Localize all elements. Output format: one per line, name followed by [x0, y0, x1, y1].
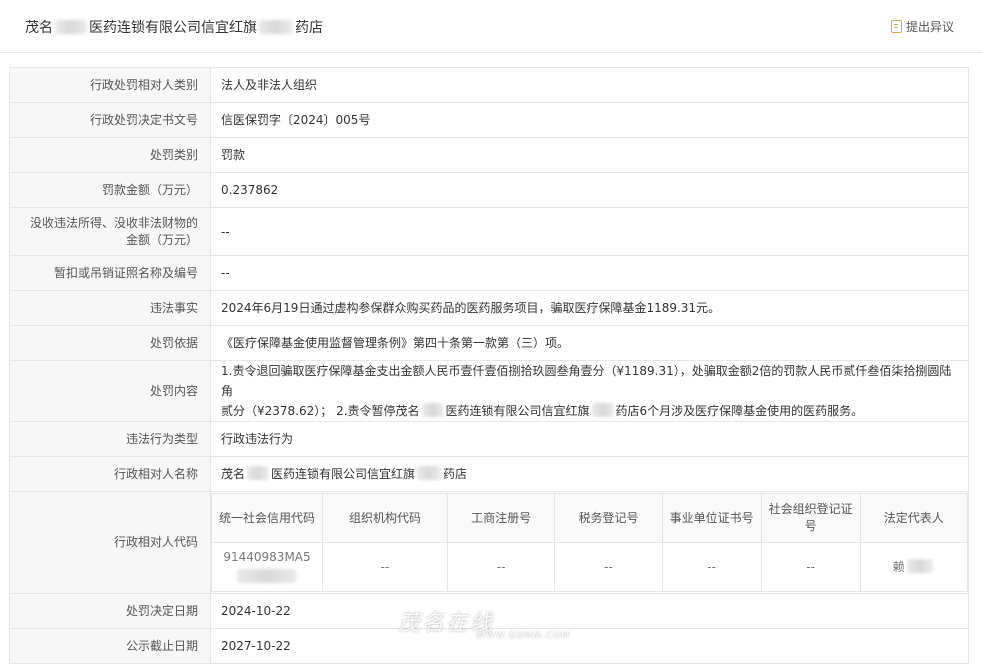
column-header: 组织机构代码	[322, 493, 448, 543]
title-part: 药店	[295, 20, 323, 36]
title-part: 医药连锁有限公司信宜红旗	[89, 20, 257, 36]
page-title: 茂名 医药连锁有限公司信宜红旗 药店	[25, 17, 323, 37]
row-value: 2024年6月19日通过虚构参保群众购买药品的医药服务项目，骗取医疗保障基金11…	[210, 290, 969, 326]
row-value: --	[210, 207, 969, 256]
watermark: 茂名在线 WWW.GDMM.COM	[398, 605, 569, 641]
row-label: 暂扣或吊销证照名称及编号	[9, 255, 211, 291]
table-cell: --	[322, 542, 448, 592]
table-row: 行政相对人代码 统一社会信用代码 组织机构代码 工商注册号 税务登记号 事业单位…	[9, 491, 969, 594]
row-label: 行政相对人代码	[9, 491, 211, 594]
row-value: 《医疗保障基金使用监督管理条例》第四十条第一款第（三）项。	[210, 325, 969, 361]
row-value: 罚款	[210, 137, 969, 173]
redaction-blur	[259, 20, 293, 34]
column-header: 法定代表人	[859, 493, 969, 543]
penalty-info-table: 行政处罚相对人类别 法人及非法人组织 行政处罚决定书文号 信医保罚字〔2024〕…	[9, 67, 969, 664]
title-part: 茂名	[25, 20, 53, 36]
row-value: 行政违法行为	[210, 421, 969, 457]
legal-rep-cell: 赖	[859, 542, 969, 592]
table-row: 行政处罚相对人类别 法人及非法人组织	[9, 67, 969, 103]
row-label: 处罚类别	[9, 137, 211, 173]
row-label: 处罚内容	[9, 360, 211, 422]
watermark-url: WWW.GDMM.COM	[476, 631, 570, 641]
value-line: 贰分（¥2378.62）； 2.责令暂停茂名 医药连锁有限公司信宜红旗 药店6个月涉…	[221, 401, 958, 421]
table-row: 处罚内容 1.责令退回骗取医疗保障基金支出金额人民币壹仟壹佰捌拾玖圆叁角壹分（¥…	[9, 360, 969, 422]
row-value: 2024-10-22	[210, 593, 969, 629]
table-cell: --	[446, 542, 556, 592]
row-label: 行政处罚相对人类别	[9, 67, 211, 103]
table-row: 处罚依据 《医疗保障基金使用监督管理条例》第四十条第一款第（三）项。	[9, 325, 969, 361]
value-part: 药店6个月涉及医疗保障基金使用的医药服务。	[615, 404, 864, 418]
row-label: 违法行为类型	[9, 421, 211, 457]
row-label: 公示截止日期	[9, 628, 211, 664]
redaction-blur	[247, 466, 270, 480]
row-value: 1.责令退回骗取医疗保障基金支出金额人民币壹仟壹佰捌拾玖圆叁角壹分（¥1189.…	[210, 360, 969, 422]
page-header: 茂名 医药连锁有限公司信宜红旗 药店 提出异议	[0, 0, 982, 53]
value-part: 药店	[443, 467, 468, 481]
row-label: 没收违法所得、没收非法财物的 金额（万元）	[9, 207, 211, 256]
table-row: 没收违法所得、没收非法财物的 金额（万元） --	[9, 207, 969, 256]
row-value: 法人及非法人组织	[210, 67, 969, 103]
table-cell: --	[661, 542, 762, 592]
table-row: 罚款金额（万元） 0.237862	[9, 172, 969, 208]
table-row: 行政相对人名称 茂名 医药连锁有限公司信宜红旗 药店	[9, 456, 969, 492]
redaction-blur	[55, 20, 87, 34]
table-row: 处罚类别 罚款	[9, 137, 969, 173]
redaction-blur	[591, 403, 614, 417]
row-label: 违法事实	[9, 290, 211, 326]
row-value: 统一社会信用代码 组织机构代码 工商注册号 税务登记号 事业单位证书号 社会组织…	[210, 491, 969, 594]
column-header: 税务登记号	[554, 493, 663, 543]
credit-code: 91440983MA5	[223, 549, 311, 564]
redaction-blur	[237, 568, 297, 583]
column-header: 统一社会信用代码	[211, 493, 323, 543]
credit-code-cell: 91440983MA5	[211, 542, 323, 592]
sub-data-row: 91440983MA5 -- -- -- -- -- 赖	[211, 542, 969, 592]
legal-rep: 赖	[892, 559, 905, 574]
row-value: 信医保罚字〔2024〕005号	[210, 102, 969, 138]
row-value: 2027-10-22	[210, 628, 969, 664]
table-row: 违法事实 2024年6月19日通过虚构参保群众购买药品的医药服务项目，骗取医疗保…	[9, 290, 969, 326]
label-line: 没收违法所得、没收非法财物的	[29, 215, 198, 230]
table-cell: --	[554, 542, 663, 592]
row-label: 行政相对人名称	[9, 456, 211, 492]
row-label: 罚款金额（万元）	[9, 172, 211, 208]
value-part: 茂名	[221, 467, 246, 481]
row-label: 处罚依据	[9, 325, 211, 361]
value-part: 医药连锁有限公司信宜红旗	[445, 404, 590, 418]
row-label: 行政处罚决定书文号	[9, 102, 211, 138]
column-header: 事业单位证书号	[661, 493, 762, 543]
redaction-blur	[906, 558, 933, 573]
entity-code-table: 统一社会信用代码 组织机构代码 工商注册号 税务登记号 事业单位证书号 社会组织…	[211, 493, 969, 592]
row-value: --	[210, 255, 969, 291]
document-edit-icon	[890, 20, 902, 33]
value-part: 医药连锁有限公司信宜红旗	[271, 467, 416, 481]
value-part: 贰分（¥2378.62）； 2.责令暂停茂名	[221, 404, 420, 418]
redaction-blur	[417, 466, 442, 480]
objection-label: 提出异议	[905, 20, 954, 34]
row-value: 0.237862	[210, 172, 969, 208]
table-cell: --	[760, 542, 861, 592]
redaction-blur	[421, 403, 444, 417]
row-value: 茂名 医药连锁有限公司信宜红旗 药店	[210, 456, 969, 492]
table-row: 违法行为类型 行政违法行为	[9, 421, 969, 457]
column-header: 社会组织登记证号	[760, 493, 861, 543]
sub-header-row: 统一社会信用代码 组织机构代码 工商注册号 税务登记号 事业单位证书号 社会组织…	[211, 493, 969, 543]
objection-button[interactable]: 提出异议	[890, 18, 954, 35]
column-header: 工商注册号	[446, 493, 556, 543]
table-row: 暂扣或吊销证照名称及编号 --	[9, 255, 969, 291]
value-line: 1.责令退回骗取医疗保障基金支出金额人民币壹仟壹佰捌拾玖圆叁角壹分（¥1189.…	[221, 364, 952, 398]
label-line: 金额（万元）	[125, 232, 198, 247]
table-row: 行政处罚决定书文号 信医保罚字〔2024〕005号	[9, 102, 969, 138]
row-label: 处罚决定日期	[9, 593, 211, 629]
